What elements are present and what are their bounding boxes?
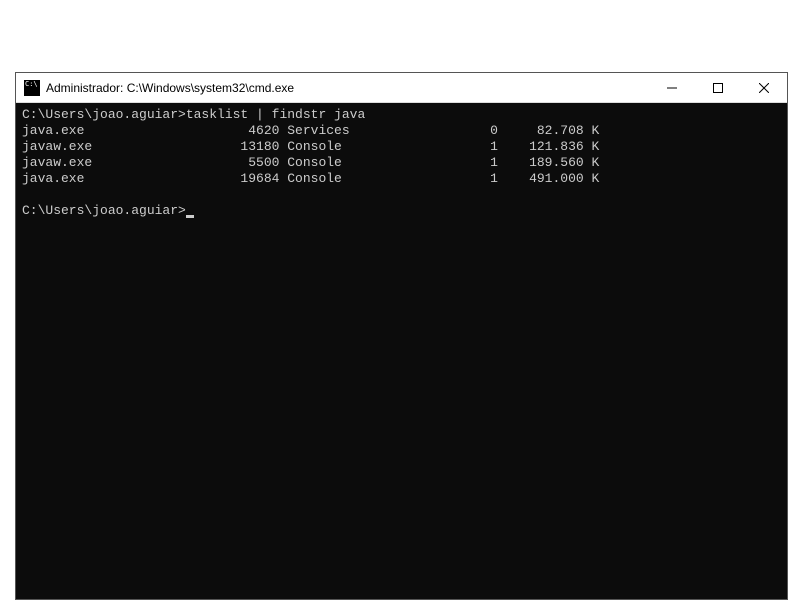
prompt-text: C:\Users\joao.aguiar>: [22, 203, 186, 218]
titlebar[interactable]: Administrador: C:\Windows\system32\cmd.e…: [16, 73, 787, 103]
cursor: [186, 215, 194, 218]
cmd-icon: [24, 80, 40, 96]
prompt-line-2: C:\Users\joao.aguiar>: [22, 203, 186, 218]
prompt-line-1: C:\Users\joao.aguiar>tasklist | findstr …: [22, 107, 365, 122]
output-row: java.exe 19684 Console 1 491.000 K: [22, 171, 599, 186]
cmd-window: Administrador: C:\Windows\system32\cmd.e…: [15, 72, 788, 600]
close-button[interactable]: [741, 73, 787, 102]
minimize-button[interactable]: [649, 73, 695, 102]
maximize-icon: [713, 83, 723, 93]
window-title: Administrador: C:\Windows\system32\cmd.e…: [46, 81, 649, 95]
prompt-text: C:\Users\joao.aguiar>: [22, 107, 186, 122]
minimize-icon: [667, 83, 677, 93]
output-row: java.exe 4620 Services 0 82.708 K: [22, 123, 599, 138]
output-row: javaw.exe 5500 Console 1 189.560 K: [22, 155, 599, 170]
titlebar-controls: [649, 73, 787, 102]
console-area[interactable]: C:\Users\joao.aguiar>tasklist | findstr …: [16, 103, 787, 599]
command-text: tasklist | findstr java: [186, 107, 365, 122]
close-icon: [759, 83, 769, 93]
output-row: javaw.exe 13180 Console 1 121.836 K: [22, 139, 599, 154]
maximize-button[interactable]: [695, 73, 741, 102]
